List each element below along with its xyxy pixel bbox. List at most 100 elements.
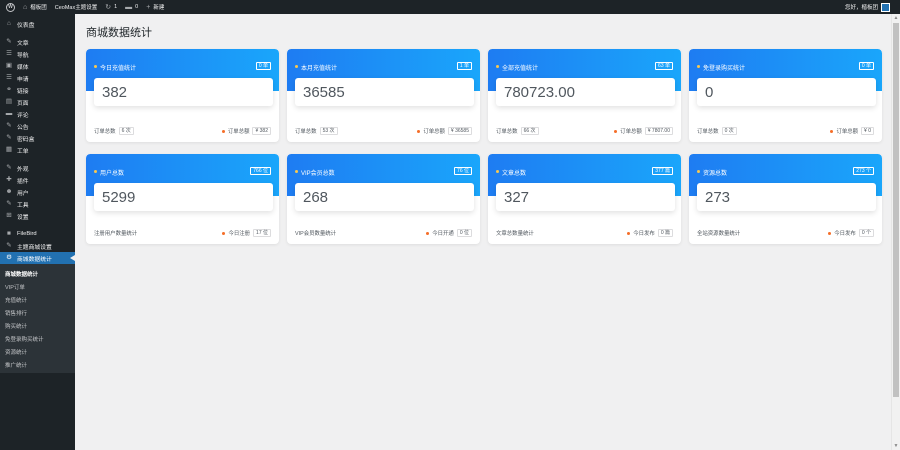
card-footer: 文章总数量统计 今日发布 0 篇 xyxy=(496,229,673,237)
theme-settings-link[interactable]: CeoMax主题设置 xyxy=(51,0,101,14)
wordpress-logo-button[interactable]: W xyxy=(0,0,19,14)
sidebar-item-tools[interactable]: ✎ 工具 xyxy=(0,198,75,210)
submenu-item-purchase-stats[interactable]: 购买统计 xyxy=(0,319,75,332)
updates-link[interactable]: ↻ 1 xyxy=(101,0,121,14)
sidebar-item-password-box[interactable]: ✎ 密码盒 xyxy=(0,132,75,144)
card-dot-icon xyxy=(697,65,700,68)
card-footer-left-tag: 0 次 xyxy=(721,127,737,135)
account-menu[interactable]: 您好，楷板团 xyxy=(844,2,900,12)
new-content-link[interactable]: + 新建 xyxy=(142,0,168,14)
card-value: 273 xyxy=(705,189,731,206)
sidebar-item-appearance[interactable]: ✎ 外观 xyxy=(0,162,75,174)
card-footer: 全站资源数量统计 今日发布 0 个 xyxy=(697,229,874,237)
stat-card-vip-members: VIP会员总数 76 位 268 VIP会员数量统计 今日开通 0 位 xyxy=(287,154,480,244)
card-footer-left-tag: 6 次 xyxy=(118,127,134,135)
plus-icon: + xyxy=(146,3,151,11)
scroll-down-arrow-icon[interactable]: ▼ xyxy=(892,442,900,450)
stat-card-users: 用户总数 766 位 5299 注册用户数量统计 今日注册 17 位 xyxy=(86,154,279,244)
sidebar-item-theme-shop-settings[interactable]: ✎ 主题商城设置 xyxy=(0,240,75,252)
card-value: 780723.00 xyxy=(504,84,575,101)
sidebar-item-filebird[interactable]: ■ FileBird xyxy=(0,228,75,240)
submenu-item-vip-orders[interactable]: VIP订单 xyxy=(0,280,75,293)
card-footer: 注册用户数量统计 今日注册 17 位 xyxy=(94,229,271,237)
submenu-item-promotion-stats[interactable]: 推广统计 xyxy=(0,358,75,371)
folder-icon: ■ xyxy=(7,229,11,237)
card-footer-left-label: 注册用户数量统计 xyxy=(94,231,138,237)
card-dot-icon xyxy=(295,170,298,173)
sidebar-item-label: 密码盒 xyxy=(17,136,35,143)
card-value-box: 5299 xyxy=(94,183,273,211)
sidebar-item-label: 插件 xyxy=(17,178,29,185)
page-scrollbar[interactable]: ▲ ▼ xyxy=(891,14,900,450)
sidebar-item-applications[interactable]: ☰ 申请 xyxy=(0,72,75,84)
greeting: 您好，楷板团 xyxy=(844,5,878,11)
sidebar-item-media[interactable]: ▣ 媒体 xyxy=(0,60,75,72)
sidebar-item-tickets[interactable]: ▦ 工单 xyxy=(0,144,75,156)
sidebar-item-announcements[interactable]: ✎ 公告 xyxy=(0,120,75,132)
sidebar-item-links[interactable]: ⚭ 链接 xyxy=(0,84,75,96)
scroll-up-arrow-icon[interactable]: ▲ xyxy=(892,14,900,22)
card-dot-icon xyxy=(94,65,97,68)
sidebar-item-label: 商城数据统计 xyxy=(17,256,52,263)
sidebar-item-pages[interactable]: ▤ 页面 xyxy=(0,96,75,108)
gear-icon: ⚙ xyxy=(6,253,12,261)
comments-count: 0 xyxy=(135,4,139,10)
card-value: 268 xyxy=(303,189,329,206)
card-footer-right-label: 订单总额 xyxy=(620,129,642,135)
sidebar-item-settings[interactable]: ⊞ 设置 xyxy=(0,210,75,222)
card-badge: 63 单 xyxy=(655,62,673,70)
comments-link[interactable]: ▬ 0 xyxy=(121,0,142,14)
card-dot-icon xyxy=(697,170,700,173)
card-title: 本月充值统计 xyxy=(301,66,338,72)
sidebar-item-label: 设置 xyxy=(17,214,29,221)
submenu-item-sales-ranking[interactable]: 销售排行 xyxy=(0,306,75,319)
card-footer-left-label: 订单总数 xyxy=(697,129,719,135)
card-value-box: 382 xyxy=(94,78,273,106)
card-value-box: 268 xyxy=(295,183,474,211)
sidebar-item-label: 主题商城设置 xyxy=(17,244,52,251)
card-value-box: 327 xyxy=(496,183,675,211)
card-footer-right-tag: 0 篇 xyxy=(657,229,673,237)
sidebar-item-comments[interactable]: ▬ 评论 xyxy=(0,108,75,120)
submenu-item-recharge-stats[interactable]: 充值统计 xyxy=(0,293,75,306)
sidebar-item-label: 申请 xyxy=(17,76,29,83)
sidebar-item-label: 导航 xyxy=(17,52,29,59)
sidebar-item-label: 工单 xyxy=(17,148,29,155)
sidebar-item-label: 页面 xyxy=(17,100,29,107)
plugin-icon: ✚ xyxy=(6,175,12,183)
card-badge: 377 篇 xyxy=(652,167,673,175)
submenu-item-shop-statistics[interactable]: 商城数据统计 xyxy=(0,267,75,280)
card-footer: 订单总数 53 次 订单总额 ¥ 36585 xyxy=(295,127,472,135)
card-footer-left-tag: 66 次 xyxy=(520,127,539,135)
card-footer-dot-icon xyxy=(828,231,832,235)
card-dot-icon xyxy=(496,170,499,173)
card-footer-right-tag: ¥ 382 xyxy=(252,127,271,135)
card-dot-icon xyxy=(295,65,298,68)
admin-bar: W ⌂ 楷板团 CeoMax主题设置 ↻ 1 ▬ 0 + 新建 您好，楷板团 xyxy=(0,0,900,14)
brush-icon: ✎ xyxy=(6,163,12,171)
home-icon: ⌂ xyxy=(23,3,28,11)
sidebar-item-dashboard[interactable]: ⌂ 仪表盘 xyxy=(0,18,75,30)
site-name-link[interactable]: ⌂ 楷板团 xyxy=(19,0,51,14)
card-footer-dot-icon xyxy=(426,231,430,235)
card-footer-dot-icon xyxy=(830,129,834,133)
sidebar-item-label: 工具 xyxy=(17,202,29,209)
sidebar-item-users[interactable]: ☻ 用户 xyxy=(0,186,75,198)
card-footer-left-label: 全站资源数量统计 xyxy=(697,231,741,237)
card-title: 用户总数 xyxy=(100,171,125,177)
card-title: 资源总数 xyxy=(703,171,728,177)
shop-statistics-submenu: 商城数据统计 VIP订单 充值统计 销售排行 购买统计 免登录购买统计 资源统计… xyxy=(0,264,75,373)
theme-settings-label: CeoMax主题设置 xyxy=(54,5,98,11)
sidebar-item-shop-statistics[interactable]: ⚙ 商城数据统计 xyxy=(0,252,75,264)
pin-icon: ✎ xyxy=(6,121,12,129)
sidebar-item-posts[interactable]: ✎ 文章 xyxy=(0,36,75,48)
site-name-label: 楷板团 xyxy=(30,5,47,11)
card-footer-right-tag: 0 个 xyxy=(858,229,874,237)
sidebar-item-plugins[interactable]: ✚ 插件 xyxy=(0,174,75,186)
submenu-item-resource-stats[interactable]: 资源统计 xyxy=(0,345,75,358)
stat-card-month-recharge: 本月充值统计 1 单 36585 订单总数 53 次 订单总额 ¥ 36585 xyxy=(287,49,480,142)
card-badge: 1 单 xyxy=(456,62,472,70)
submenu-item-guest-purchase-stats[interactable]: 免登录购买统计 xyxy=(0,332,75,345)
scrollbar-thumb[interactable] xyxy=(893,23,899,397)
sidebar-item-navigation[interactable]: ☰ 导航 xyxy=(0,48,75,60)
